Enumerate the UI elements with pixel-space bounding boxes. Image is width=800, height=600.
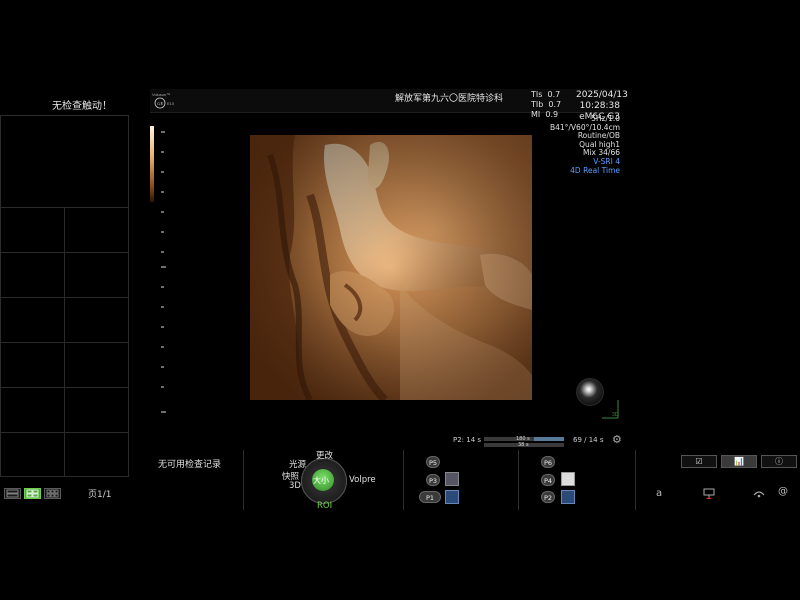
- tab-checklist[interactable]: ☑: [681, 455, 717, 468]
- save-disk-icon[interactable]: [561, 490, 575, 504]
- preset-p6-button[interactable]: P6: [541, 456, 555, 468]
- grid-cell[interactable]: [65, 298, 129, 343]
- no-exam-warning: 无检查触动！: [52, 101, 112, 112]
- cine-current: 38 s: [518, 442, 529, 448]
- grid-cell[interactable]: [65, 433, 129, 477]
- svg-text:GE: GE: [157, 101, 163, 106]
- acquisition-params: 5Hz/1.0 B41°/V60°/10.4cm Routine/OB Qual…: [548, 114, 620, 175]
- depth-ruler: [161, 131, 166, 413]
- date: 2025/04/13: [576, 90, 628, 100]
- color-map-bar: [150, 126, 154, 202]
- index-label: TIs: [531, 90, 543, 99]
- index-value: 0.7: [548, 100, 562, 109]
- dial-center-label: 大小: [313, 476, 329, 485]
- tab-info[interactable]: ⓘ: [761, 455, 797, 468]
- orientation-axis-icon: 3D: [602, 400, 619, 419]
- grid-cell[interactable]: [1, 388, 65, 433]
- index-label: MI: [531, 110, 541, 119]
- frame-count: 69 / 14 s: [573, 436, 604, 444]
- no-exam-records: 无可用检查记录: [158, 460, 222, 470]
- grid-cell[interactable]: [1, 343, 65, 388]
- corner-label: 3D: [612, 412, 619, 418]
- cine-status: P2: 14 s: [453, 436, 481, 444]
- grid-cell[interactable]: [1, 433, 65, 477]
- tab-chart[interactable]: 📊: [721, 455, 757, 468]
- image-store-icon[interactable]: [445, 472, 459, 486]
- dial-volpre-label[interactable]: Volpre: [349, 475, 376, 485]
- preset-p1-button[interactable]: P1: [419, 491, 441, 503]
- preset-p5-button[interactable]: P5: [426, 456, 440, 468]
- cine-progress[interactable]: 180 s 38 s: [484, 436, 564, 448]
- network-icon[interactable]: [702, 487, 716, 501]
- dial-roi-label[interactable]: ROI: [317, 501, 332, 511]
- grid-cell-main[interactable]: [1, 116, 129, 208]
- font-a-icon[interactable]: a: [656, 488, 662, 499]
- time: 10:28:38: [579, 101, 620, 111]
- param-line: 4D Real Time: [570, 165, 620, 175]
- settings-gear-icon[interactable]: ⚙: [612, 433, 622, 446]
- grid-cell[interactable]: [65, 343, 129, 388]
- grid-cell[interactable]: [65, 253, 129, 298]
- index-label: TIb: [531, 100, 544, 109]
- divider: [518, 450, 519, 510]
- at-icon[interactable]: @: [778, 486, 788, 497]
- divider: [243, 450, 244, 510]
- divider: [635, 450, 636, 510]
- sound-icon[interactable]: [752, 487, 766, 501]
- print-icon[interactable]: [561, 472, 575, 486]
- status-left: P2: 14 s: [453, 436, 482, 444]
- layout-3x3-button[interactable]: [44, 488, 61, 499]
- hospital-name: 解放军第九六〇医院特诊科: [395, 94, 504, 104]
- fetal-3d-render[interactable]: [250, 135, 532, 400]
- preset-p2-button[interactable]: P2: [541, 491, 555, 503]
- grid-cell[interactable]: [65, 388, 129, 433]
- index-value: 0.7: [547, 90, 561, 99]
- layout-1x2-button[interactable]: [4, 488, 21, 499]
- grid-cell[interactable]: [65, 208, 129, 253]
- dial-light-label[interactable]: 光源: [289, 458, 306, 470]
- thumbnail-grid: [0, 115, 129, 477]
- svg-text:E10: E10: [167, 101, 175, 106]
- svg-text:Voluson™: Voluson™: [152, 92, 170, 97]
- divider: [403, 450, 404, 510]
- page-indicator: 页1/1: [88, 490, 112, 500]
- dial-change-label[interactable]: 更改: [316, 449, 333, 461]
- save-disk-icon[interactable]: [445, 490, 459, 504]
- grid-cell[interactable]: [1, 208, 65, 253]
- dial-3d-label[interactable]: 3D: [289, 481, 301, 491]
- layout-2x2-button[interactable]: [24, 488, 41, 499]
- brand-logo: Voluson™ GE E10: [150, 89, 180, 111]
- grid-cell[interactable]: [1, 298, 65, 343]
- preset-p4-button[interactable]: P4: [541, 474, 555, 486]
- preset-p3-button[interactable]: P3: [426, 474, 440, 486]
- grid-cell[interactable]: [1, 253, 65, 298]
